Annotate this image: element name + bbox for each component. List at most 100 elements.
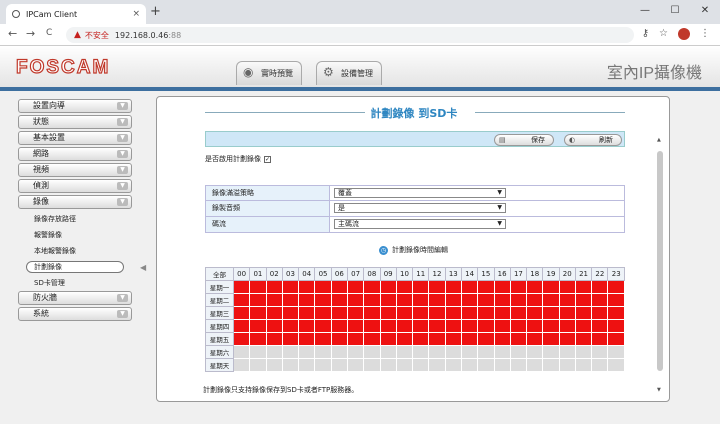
hour-header-04[interactable]: 04 <box>298 267 316 281</box>
schedule-cell[interactable] <box>281 306 300 320</box>
schedule-cell[interactable] <box>395 319 414 333</box>
schedule-cell[interactable] <box>591 280 609 294</box>
sidebar-sub-local-alarm-record[interactable]: 本地報警錄像 <box>18 243 132 259</box>
schedule-cell[interactable] <box>607 293 625 307</box>
schedule-cell[interactable] <box>542 280 560 294</box>
schedule-cell[interactable] <box>265 319 283 333</box>
schedule-cell[interactable] <box>249 306 267 320</box>
schedule-cell[interactable] <box>363 293 381 307</box>
tab-live-view[interactable]: ◉ 實時預覽 <box>236 61 302 85</box>
schedule-cell[interactable] <box>265 358 283 372</box>
schedule-cell[interactable] <box>526 345 544 359</box>
schedule-cell[interactable] <box>591 345 609 359</box>
schedule-cell[interactable] <box>379 345 397 359</box>
schedule-cell[interactable] <box>232 358 251 372</box>
minimize-button[interactable]: — <box>630 0 660 24</box>
schedule-cell[interactable] <box>330 332 348 346</box>
stream-select[interactable]: 主碼流 ▼ <box>334 219 506 229</box>
schedule-cell[interactable] <box>395 332 414 346</box>
schedule-cell[interactable] <box>477 293 495 307</box>
scroll-up-icon[interactable]: ▲ <box>657 137 661 143</box>
key-icon[interactable]: ⚷ <box>642 28 649 40</box>
sidebar-item-status[interactable]: 狀態 ▼ <box>18 115 132 129</box>
schedule-cell[interactable] <box>509 306 528 320</box>
hour-header-06[interactable]: 06 <box>330 267 348 281</box>
hour-header-18[interactable]: 18 <box>526 267 544 281</box>
schedule-cell[interactable] <box>509 332 528 346</box>
overflow-policy-select[interactable]: 覆蓋 ▼ <box>334 188 506 198</box>
schedule-cell[interactable] <box>477 358 495 372</box>
schedule-cell[interactable] <box>281 345 300 359</box>
hour-header-08[interactable]: 08 <box>363 267 381 281</box>
window-close-button[interactable]: ✕ <box>690 0 720 24</box>
avatar[interactable] <box>678 28 690 40</box>
schedule-cell[interactable] <box>509 345 528 359</box>
schedule-cell[interactable] <box>412 306 430 320</box>
save-button[interactable]: ▤ 保存 <box>494 134 554 146</box>
url-field[interactable]: ▲ 不安全 192.168.0.46:88 <box>66 27 634 43</box>
schedule-cell[interactable] <box>509 293 528 307</box>
sidebar-sub-alarm-record[interactable]: 報警錄像 <box>18 227 132 243</box>
schedule-cell[interactable] <box>428 319 446 333</box>
schedule-cell[interactable] <box>330 345 348 359</box>
enable-schedule-checkbox[interactable]: ✓ <box>264 156 271 163</box>
schedule-cell[interactable] <box>363 332 381 346</box>
schedule-cell[interactable] <box>591 319 609 333</box>
schedule-cell[interactable] <box>444 319 462 333</box>
schedule-cell[interactable] <box>558 358 576 372</box>
hour-header-09[interactable]: 09 <box>379 267 397 281</box>
schedule-cell[interactable] <box>346 280 365 294</box>
schedule-cell[interactable] <box>493 319 511 333</box>
schedule-cell[interactable] <box>281 293 300 307</box>
schedule-cell[interactable] <box>395 358 414 372</box>
day-label[interactable]: 星期六 <box>205 345 234 359</box>
schedule-cell[interactable] <box>330 358 348 372</box>
hour-header-19[interactable]: 19 <box>542 267 560 281</box>
sidebar-item-firewall[interactable]: 防火牆 ▼ <box>18 291 132 305</box>
schedule-cell[interactable] <box>314 306 332 320</box>
schedule-cell[interactable] <box>574 358 593 372</box>
schedule-cell[interactable] <box>574 345 593 359</box>
schedule-cell[interactable] <box>607 306 625 320</box>
schedule-cell[interactable] <box>412 319 430 333</box>
schedule-cell[interactable] <box>363 345 381 359</box>
sidebar-item-detection[interactable]: 偵測 ▼ <box>18 179 132 193</box>
star-icon[interactable]: ☆ <box>659 28 668 40</box>
back-button[interactable]: ← <box>8 27 17 40</box>
schedule-cell[interactable] <box>460 358 479 372</box>
schedule-cell[interactable] <box>330 280 348 294</box>
schedule-cell[interactable] <box>542 319 560 333</box>
schedule-cell[interactable] <box>330 319 348 333</box>
schedule-cell[interactable] <box>346 306 365 320</box>
refresh-button[interactable]: ◐ 刷新 <box>564 134 622 146</box>
hour-header-07[interactable]: 07 <box>346 267 365 281</box>
schedule-cell[interactable] <box>444 332 462 346</box>
schedule-cell[interactable] <box>460 345 479 359</box>
schedule-cell[interactable] <box>346 332 365 346</box>
schedule-cell[interactable] <box>526 280 544 294</box>
day-label[interactable]: 星期二 <box>205 293 234 307</box>
hour-header-20[interactable]: 20 <box>558 267 576 281</box>
hour-header-15[interactable]: 15 <box>477 267 495 281</box>
reload-button[interactable]: C <box>46 28 52 38</box>
schedule-cell[interactable] <box>460 280 479 294</box>
schedule-cell[interactable] <box>298 319 316 333</box>
schedule-cell[interactable] <box>314 358 332 372</box>
schedule-cell[interactable] <box>591 358 609 372</box>
schedule-cell[interactable] <box>314 345 332 359</box>
schedule-cell[interactable] <box>428 358 446 372</box>
schedule-cell[interactable] <box>558 280 576 294</box>
hour-header-13[interactable]: 13 <box>444 267 462 281</box>
menu-icon[interactable]: ⋮ <box>700 28 710 40</box>
schedule-cell[interactable] <box>460 332 479 346</box>
schedule-cell[interactable] <box>542 306 560 320</box>
hour-header-00[interactable]: 00 <box>232 267 251 281</box>
schedule-cell[interactable] <box>428 293 446 307</box>
sidebar-item-setup-wizard[interactable]: 設置向導 ▼ <box>18 99 132 113</box>
schedule-cell[interactable] <box>249 293 267 307</box>
scroll-down-icon[interactable]: ▼ <box>657 387 661 393</box>
schedule-cell[interactable] <box>493 345 511 359</box>
hour-header-16[interactable]: 16 <box>493 267 511 281</box>
sidebar-item-video[interactable]: 視頻 ▼ <box>18 163 132 177</box>
schedule-cell[interactable] <box>493 332 511 346</box>
